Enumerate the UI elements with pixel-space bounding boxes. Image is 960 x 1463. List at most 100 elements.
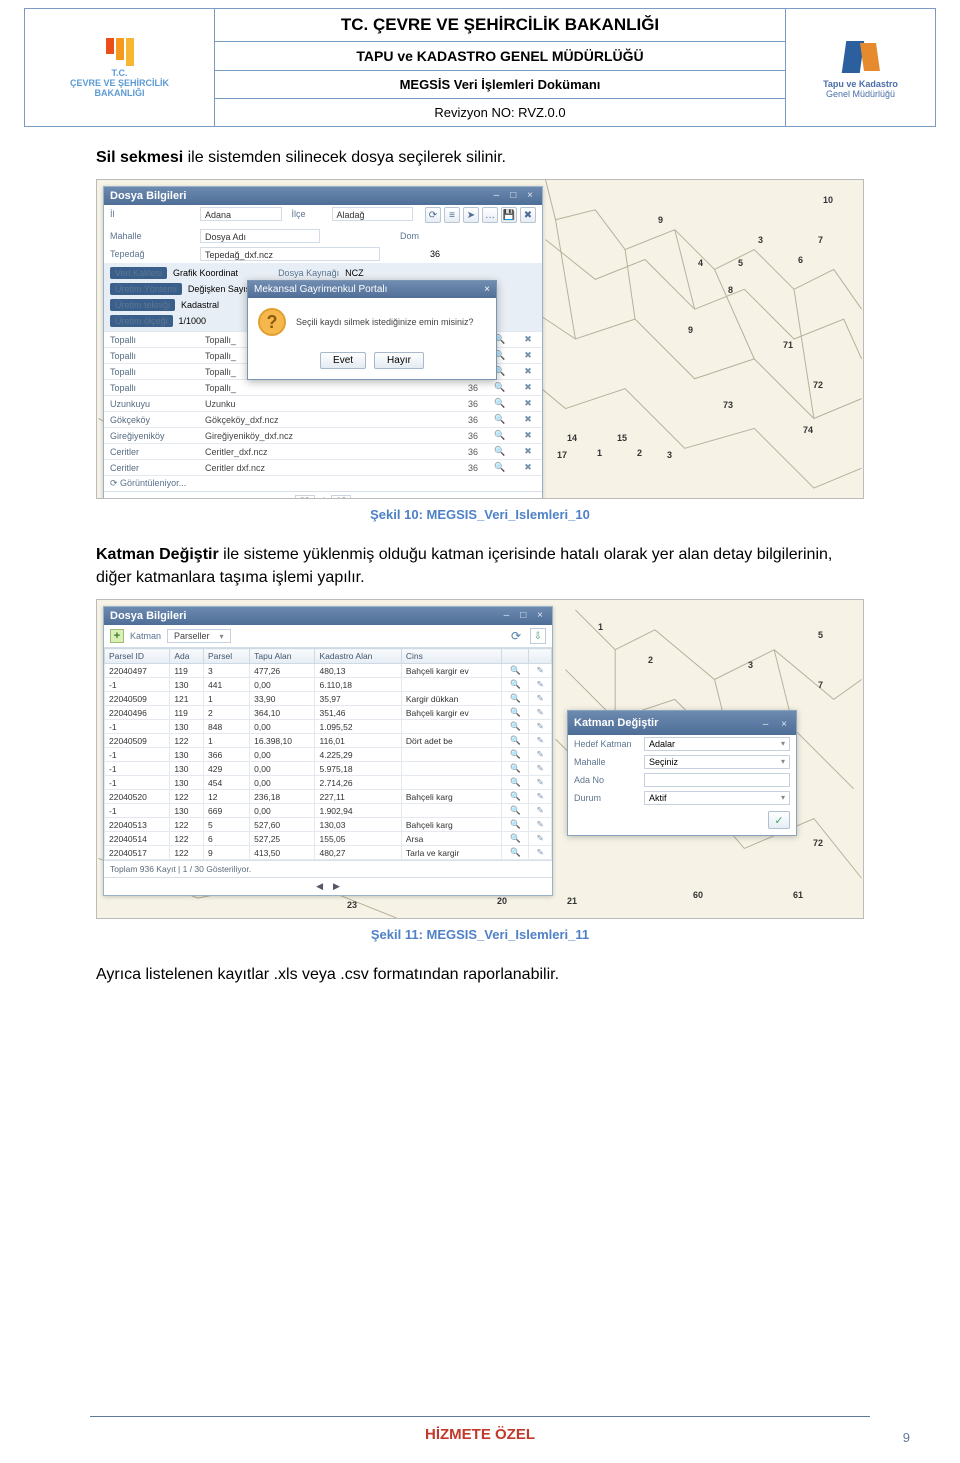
zoom-icon[interactable]: 🔍 xyxy=(486,428,514,444)
edit-icon[interactable]: ✎ xyxy=(529,720,552,734)
edit-icon[interactable]: ✎ xyxy=(529,762,552,776)
zoom-icon[interactable]: 🔍 xyxy=(486,460,514,476)
maximize-icon[interactable]: □ xyxy=(517,610,529,622)
panel2-titlebar[interactable]: Dosya Bilgileri – □ × xyxy=(104,607,552,625)
table-row[interactable]: 220405131225527,60130,03Bahçeli karg🔍✎ xyxy=(105,818,552,832)
ilce-dropdown[interactable]: Aladağ xyxy=(332,207,414,221)
row-delete-icon[interactable]: ✖ xyxy=(514,428,542,444)
column-header[interactable]: Cins xyxy=(401,649,501,664)
zoom-icon[interactable]: 🔍 xyxy=(502,762,529,776)
panel-titlebar[interactable]: Dosya Bilgileri – □ × xyxy=(104,187,542,205)
edit-icon[interactable]: ✎ xyxy=(529,692,552,706)
zoom-icon[interactable]: 🔍 xyxy=(502,818,529,832)
zoom-icon[interactable]: 🔍 xyxy=(486,412,514,428)
table-row[interactable]: 220404961192364,10351,46Bahçeli kargir e… xyxy=(105,706,552,720)
kpanel-titlebar[interactable]: Katman Değiştir – × xyxy=(568,711,796,735)
zoom-icon[interactable]: 🔍 xyxy=(502,664,529,678)
close-icon[interactable]: × xyxy=(778,719,790,731)
dialog-close-icon[interactable]: × xyxy=(484,284,490,295)
row-delete-icon[interactable]: ✖ xyxy=(514,396,542,412)
zoom-icon[interactable]: 🔍 xyxy=(502,832,529,846)
katman-dropdown[interactable]: Parseller xyxy=(167,629,231,643)
minimize-icon[interactable]: – xyxy=(490,190,502,202)
row-delete-icon[interactable]: ✖ xyxy=(514,380,542,396)
table-row[interactable]: UzunkuyuUzunku36🔍✖ xyxy=(104,396,542,412)
zoom-icon[interactable]: 🔍 xyxy=(486,396,514,412)
table-row[interactable]: -11304540,002.714,26🔍✎ xyxy=(105,776,552,790)
zoom-icon[interactable]: 🔍 xyxy=(486,444,514,460)
zoom-icon[interactable]: 🔍 xyxy=(486,380,514,396)
edit-icon[interactable]: ✎ xyxy=(529,734,552,748)
table-row[interactable]: TopallıTopallı_36🔍✖ xyxy=(104,380,542,396)
maximize-icon[interactable]: □ xyxy=(507,190,519,202)
no-button[interactable]: Hayır xyxy=(374,352,424,369)
page-prev-icon[interactable]: ◀ xyxy=(278,496,291,500)
refresh-icon[interactable]: ⟳ xyxy=(425,207,441,223)
edit-icon[interactable]: ✎ xyxy=(529,664,552,678)
page-last-icon[interactable]: ⏭ xyxy=(372,496,386,500)
row-delete-icon[interactable]: ✖ xyxy=(514,348,542,364)
parcel-grid[interactable]: Parsel IDAdaParselTapu AlanKadastro Alan… xyxy=(104,648,552,860)
row-delete-icon[interactable]: ✖ xyxy=(514,332,542,348)
table-row[interactable]: -11304410,006.110,18🔍✎ xyxy=(105,678,552,692)
edit-icon[interactable]: ✎ xyxy=(529,790,552,804)
yes-button[interactable]: Evet xyxy=(320,352,366,369)
edit-icon[interactable]: ✎ xyxy=(529,776,552,790)
browse-icon[interactable]: … xyxy=(482,207,498,223)
edit-icon[interactable]: ✎ xyxy=(529,706,552,720)
table-row[interactable]: -11308480,001.095,52🔍✎ xyxy=(105,720,552,734)
edit-icon[interactable]: ✎ xyxy=(529,832,552,846)
delete-icon[interactable]: ✖ xyxy=(520,207,536,223)
column-header[interactable]: Parsel ID xyxy=(105,649,170,664)
zoom-icon[interactable]: 🔍 xyxy=(502,678,529,692)
table-row[interactable]: 22040509122116.398,10116,01Dört adet be🔍… xyxy=(105,734,552,748)
zoom-icon[interactable]: 🔍 xyxy=(502,846,529,860)
table-row[interactable]: GireğiyeniköyGireğiyeniköy_dxf.ncz36🔍✖ xyxy=(104,428,542,444)
close-icon[interactable]: × xyxy=(534,610,546,622)
row-delete-icon[interactable]: ✖ xyxy=(514,412,542,428)
zoom-icon[interactable]: 🔍 xyxy=(502,776,529,790)
add-icon[interactable]: + xyxy=(110,629,124,643)
table-row[interactable]: GökçeköyGökçeköy_dxf.ncz36🔍✖ xyxy=(104,412,542,428)
table-row[interactable]: 220405171229413,50480,27Tarla ve kargir🔍… xyxy=(105,846,552,860)
durum-dropdown[interactable]: Aktif xyxy=(644,791,790,805)
go-icon[interactable]: ➤ xyxy=(463,207,479,223)
table-row[interactable]: 220404971193477,26480,13Bahçeli kargir e… xyxy=(105,664,552,678)
export-icon[interactable]: ⇩ xyxy=(530,628,546,644)
column-header[interactable]: Parsel xyxy=(203,649,249,664)
il-dropdown[interactable]: Adana xyxy=(200,207,282,221)
table-row[interactable]: -11303660,004.225,29🔍✎ xyxy=(105,748,552,762)
mahalle-dropdown[interactable]: Seçiniz xyxy=(644,755,790,769)
page-next-icon[interactable]: ▶ xyxy=(355,496,368,500)
minimize-icon[interactable]: – xyxy=(760,719,772,731)
table-row[interactable]: -11304290,005.975,18🔍✎ xyxy=(105,762,552,776)
tepedag-val[interactable]: Tepedağ_dxf.ncz xyxy=(200,247,380,261)
row-delete-icon[interactable]: ✖ xyxy=(514,444,542,460)
page-next-icon[interactable]: ▶ xyxy=(330,881,343,892)
refresh-icon[interactable]: ⟳ xyxy=(508,628,524,644)
zoom-icon[interactable]: 🔍 xyxy=(502,790,529,804)
layers-icon[interactable]: ≡ xyxy=(444,207,460,223)
hedef-dropdown[interactable]: Adalar xyxy=(644,737,790,751)
zoom-icon[interactable]: 🔍 xyxy=(502,748,529,762)
column-header[interactable]: Kadastro Alan xyxy=(315,649,401,664)
edit-icon[interactable]: ✎ xyxy=(529,678,552,692)
table-row[interactable]: CeritlerCeritler_dxf.ncz36🔍✖ xyxy=(104,444,542,460)
apply-button[interactable]: ✓ xyxy=(768,811,790,829)
table-row[interactable]: -11306690,001.902,94🔍✎ xyxy=(105,804,552,818)
table-row[interactable]: CeritlerCeritler dxf.ncz36🔍✖ xyxy=(104,460,542,476)
page-prev-icon[interactable]: ◀ xyxy=(313,881,326,892)
table-row[interactable]: 22040509121133,9035,97Kargir dükkan🔍✎ xyxy=(105,692,552,706)
close-icon[interactable]: × xyxy=(524,190,536,202)
edit-icon[interactable]: ✎ xyxy=(529,846,552,860)
edit-icon[interactable]: ✎ xyxy=(529,748,552,762)
adano-input[interactable] xyxy=(644,773,790,787)
table-row[interactable]: 2204052012212236,18227,11Bahçeli karg🔍✎ xyxy=(105,790,552,804)
zoom-icon[interactable]: 🔍 xyxy=(502,734,529,748)
row-delete-icon[interactable]: ✖ xyxy=(514,460,542,476)
column-header[interactable]: Tapu Alan xyxy=(250,649,315,664)
edit-icon[interactable]: ✎ xyxy=(529,818,552,832)
zoom-icon[interactable]: 🔍 xyxy=(502,706,529,720)
page-first-icon[interactable]: ⏮ xyxy=(260,496,274,500)
zoom-icon[interactable]: 🔍 xyxy=(502,720,529,734)
